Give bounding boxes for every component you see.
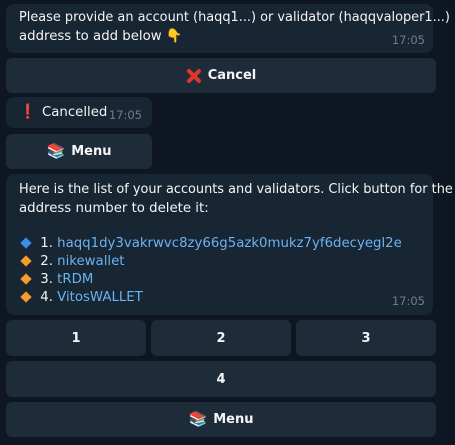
message-timestamp: 17:05 <box>391 33 425 47</box>
delete-4-button[interactable]: 4 <box>6 361 436 397</box>
menu-button-label: Menu <box>213 412 254 427</box>
delete-2-label: 2 <box>216 330 226 346</box>
account-address-link[interactable]: VitosWALLET <box>57 290 143 305</box>
prompt-line-1: Please provide an account (haqq1...) or … <box>19 10 450 25</box>
books-icon: 📚 <box>46 142 66 160</box>
delete-2-button[interactable]: 2 <box>151 320 291 356</box>
account-number: 1. <box>40 236 53 251</box>
account-list-item: 1. haqq1dy3vakrwvc8zy66g5azk0mukz7yf6dec… <box>19 235 402 253</box>
message-timestamp: 17:05 <box>391 294 425 308</box>
account-number: 3. <box>40 272 53 287</box>
orange-diamond-icon <box>20 272 32 285</box>
prompt-message: Please provide an account (haqq1...) or … <box>6 4 450 53</box>
account-list-item: 3. tRDM <box>19 271 93 289</box>
account-list-item: 4. VitosWALLET <box>19 289 143 307</box>
account-number: 2. <box>40 254 53 269</box>
menu-button[interactable]: 📚 Menu <box>6 402 436 437</box>
delete-4-label: 4 <box>216 371 226 387</box>
books-icon: 📚 <box>188 410 208 428</box>
menu-button-label: Menu <box>71 144 112 159</box>
delete-3-label: 3 <box>361 330 371 346</box>
account-address-link[interactable]: nikewallet <box>57 254 124 269</box>
delete-3-button[interactable]: 3 <box>296 320 436 356</box>
message-timestamp: 17:05 <box>108 108 142 122</box>
cross-mark-icon <box>186 68 202 84</box>
account-address-link[interactable]: tRDM <box>57 272 93 287</box>
account-address-link[interactable]: haqq1dy3vakrwvc8zy66g5azk0mukz7yf6decyeg… <box>57 236 402 251</box>
cancel-button-label: Cancel <box>207 68 257 83</box>
accounts-list-message: Here is the list of your accounts and va… <box>6 174 453 315</box>
list-intro-line-2: address number to delete it: <box>19 201 209 216</box>
delete-1-button[interactable]: 1 <box>6 320 146 356</box>
orange-diamond-icon <box>20 290 32 303</box>
delete-1-label: 1 <box>71 330 81 346</box>
orange-diamond-icon <box>20 254 32 267</box>
prompt-line-2: address to add below 👇 <box>19 29 183 44</box>
account-list-item: 2. nikewallet <box>19 253 125 271</box>
exclamation-icon: ❗ <box>19 104 37 120</box>
list-intro-line-1: Here is the list of your accounts and va… <box>19 182 453 197</box>
cancel-button[interactable]: Cancel <box>6 58 436 93</box>
account-number: 4. <box>40 290 53 305</box>
cancelled-text: Cancelled <box>42 105 108 120</box>
cancelled-message: ❗ Cancelled 17:05 <box>6 97 152 128</box>
blue-diamond-icon <box>20 236 32 249</box>
menu-button[interactable]: 📚 Menu <box>6 134 152 169</box>
